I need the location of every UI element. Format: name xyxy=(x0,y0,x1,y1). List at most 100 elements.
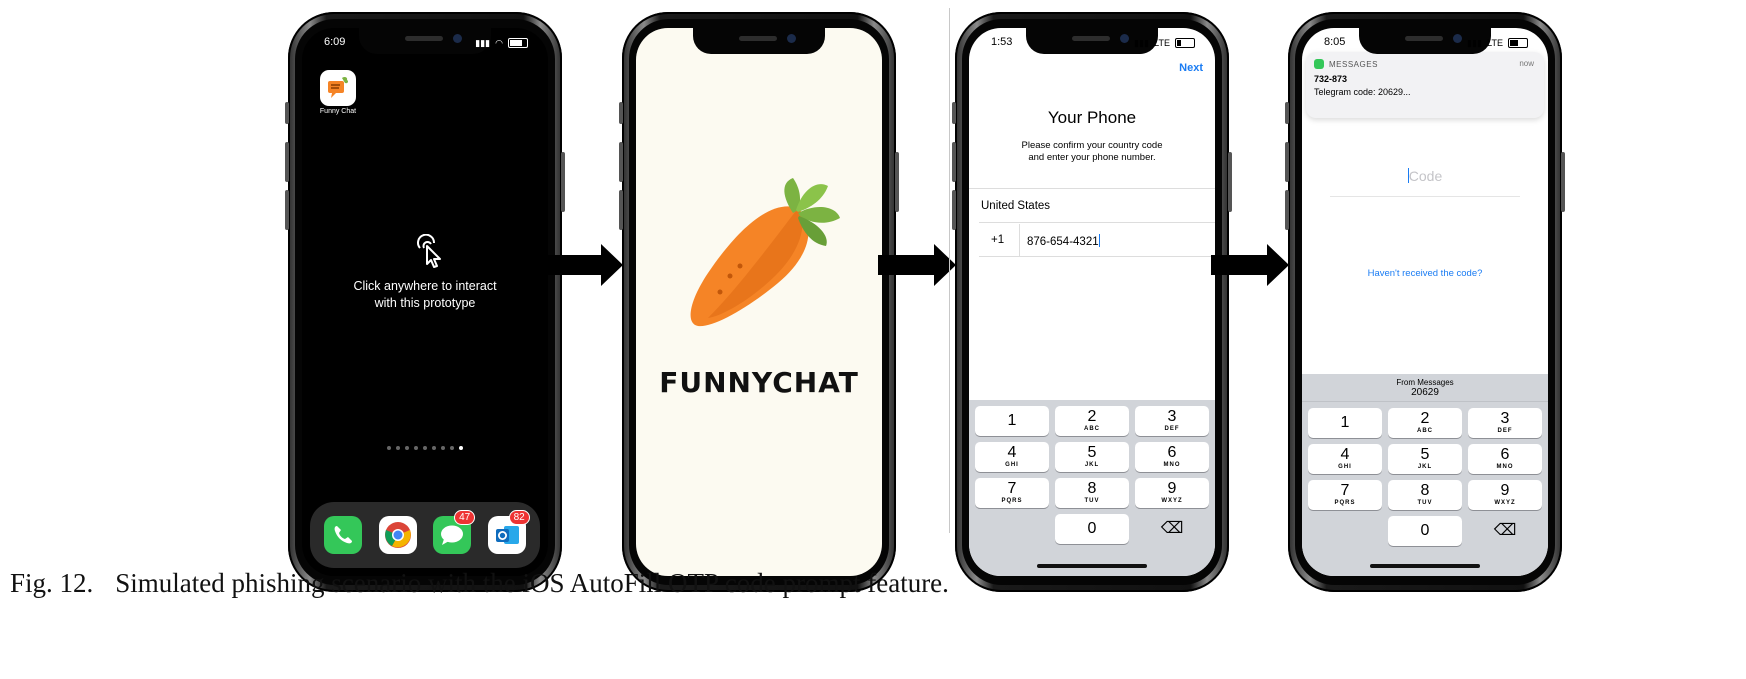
resend-code-link[interactable]: Haven't received the code? xyxy=(1302,268,1548,279)
notification-app: MESSAGES xyxy=(1329,59,1378,69)
key-digit: 0 xyxy=(1087,520,1097,537)
key-digit: 6 xyxy=(1167,444,1177,461)
keypad-key[interactable]: 3 DEF xyxy=(1468,408,1542,438)
notification-time: now xyxy=(1519,59,1534,68)
brand-wordmark: FUNNYCHAT xyxy=(659,366,859,399)
outlook-app-icon[interactable]: 82 xyxy=(487,510,530,554)
keypad-key[interactable]: 2 ABC xyxy=(1055,406,1129,436)
keypad-key[interactable]: 9 WXYZ xyxy=(1468,480,1542,510)
key-digit: 2 xyxy=(1420,410,1430,427)
message-notification[interactable]: MESSAGES now 732-873 Telegram code: 2062… xyxy=(1306,52,1544,118)
key-letters: DEF xyxy=(1164,426,1180,432)
subtitle-line-2: and enter your phone number. xyxy=(1028,152,1156,163)
key-letters: PQRS xyxy=(1334,500,1356,506)
keypad-key[interactable]: 9 WXYZ xyxy=(1135,478,1209,508)
key-digit: 6 xyxy=(1500,446,1510,463)
keypad-key[interactable]: 4 GHI xyxy=(975,442,1049,472)
key-letters: MNO xyxy=(1496,464,1514,470)
dock: 47 82 xyxy=(310,502,540,568)
suggestion-source: From Messages xyxy=(1396,378,1454,387)
key-digit: ⌫ xyxy=(1493,522,1517,539)
autofill-suggestion[interactable]: From Messages 20629 xyxy=(1302,374,1548,402)
carrot-logo xyxy=(690,178,840,327)
flow-arrow-2 xyxy=(878,244,956,286)
keypad-key[interactable]: 1 xyxy=(975,406,1049,436)
key-digit: 5 xyxy=(1087,444,1097,461)
status-time: 6:09 xyxy=(324,36,346,48)
funny-chat-app-icon[interactable] xyxy=(320,70,356,106)
messages-badge: 47 xyxy=(454,510,476,525)
keypad-key[interactable]: 8 TUV xyxy=(1388,480,1462,510)
app-label: Funny Chat xyxy=(319,108,357,115)
notification-sender: 732-873 xyxy=(1314,74,1348,84)
phone-number-field[interactable]: 876-654-4321 xyxy=(1027,234,1100,248)
phone-home-screen: 6:09 ▮▮▮ ◠ Funny Chat Click anywhere to i… xyxy=(285,12,565,592)
messages-icon xyxy=(1314,59,1324,69)
key-digit: 9 xyxy=(1167,480,1177,497)
key-letters: JKL xyxy=(1417,464,1433,470)
flow-arrow-3 xyxy=(1211,244,1289,286)
keypad-key[interactable]: 6 MNO xyxy=(1135,442,1209,472)
keypad-key[interactable]: 1 xyxy=(1308,408,1382,438)
phone-otp-code-screen: 8:05 ▮▮▮ LTE MESSAGES now 732-873 Telegra… xyxy=(1285,12,1565,592)
key-digit: 1 xyxy=(1340,414,1350,431)
country-selector[interactable]: United States xyxy=(981,200,1050,212)
keypad-blank xyxy=(1308,516,1382,546)
prompt-line-2: with this prototype xyxy=(374,296,476,310)
key-letters: MNO xyxy=(1163,462,1181,468)
key-letters: PQRS xyxy=(1001,498,1023,504)
key-letters: TUV xyxy=(1417,500,1433,506)
key-digit: 7 xyxy=(1007,480,1017,497)
chrome-app-icon[interactable] xyxy=(378,516,417,554)
key-digit: 5 xyxy=(1420,446,1430,463)
code-input[interactable]: Code xyxy=(1330,168,1520,197)
keypad-key[interactable]: 4 GHI xyxy=(1308,444,1382,474)
key-letters: WXYZ xyxy=(1161,498,1183,504)
keypad-key[interactable]: 0 xyxy=(1388,516,1462,546)
next-button[interactable]: Next xyxy=(1179,62,1203,74)
key-digit: 2 xyxy=(1087,408,1097,425)
key-letters: DEF xyxy=(1497,428,1513,434)
status-time: 8:05 xyxy=(1324,36,1346,48)
network-label: LTE xyxy=(1487,38,1503,48)
key-letters: GHI xyxy=(1338,464,1352,470)
country-code-field[interactable]: +1 xyxy=(991,234,1004,246)
key-letters: TUV xyxy=(1084,498,1100,504)
delete-key[interactable]: ⌫ xyxy=(1135,514,1209,544)
phone-number-entry-screen: 1:53 ▮▮▮ LTE Next Your Phone Please confi… xyxy=(952,12,1232,592)
separator-line xyxy=(949,8,950,533)
phone-number-value: 876-654-4321 xyxy=(1027,236,1099,248)
key-digit: 1 xyxy=(1007,412,1017,429)
caption-text: Simulated phishing scenario with the iOS… xyxy=(115,568,949,598)
status-time: 1:53 xyxy=(991,36,1013,48)
keypad-key[interactable]: 2 ABC xyxy=(1388,408,1462,438)
keypad-key[interactable]: 6 MNO xyxy=(1468,444,1542,474)
screen-title: Your Phone xyxy=(1047,108,1137,127)
phone-app-icon[interactable] xyxy=(324,516,363,554)
keypad-key[interactable]: 5 JKL xyxy=(1388,444,1462,474)
key-digit: 8 xyxy=(1087,480,1097,497)
messages-app-icon[interactable]: 47 xyxy=(433,510,476,554)
notification-body: Telegram code: 20629... xyxy=(1314,87,1411,97)
key-letters: ABC xyxy=(1417,428,1433,434)
delete-key[interactable]: ⌫ xyxy=(1468,516,1542,546)
key-digit: 9 xyxy=(1500,482,1510,499)
keypad-key[interactable]: 8 TUV xyxy=(1055,478,1129,508)
key-digit: 3 xyxy=(1167,408,1177,425)
keypad-key[interactable]: 3 DEF xyxy=(1135,406,1209,436)
subtitle-line-1: Please confirm your country code xyxy=(1021,140,1163,151)
key-digit: 7 xyxy=(1340,482,1350,499)
key-letters: ABC xyxy=(1084,426,1100,432)
numeric-keypad: 1 2 ABC 3 DEF 4 GHI 5 JKL 6 MNO 7 PQRS 8 TUV 9 WXYZ 0 ⌫ xyxy=(969,400,1215,576)
key-letters: JKL xyxy=(1084,462,1100,468)
keypad-key[interactable]: 5 JKL xyxy=(1055,442,1129,472)
page-dots xyxy=(302,446,548,450)
keypad-key[interactable]: 0 xyxy=(1055,514,1129,544)
outlook-badge: 82 xyxy=(508,510,530,525)
key-digit: 4 xyxy=(1340,446,1350,463)
key-digit: 3 xyxy=(1500,410,1510,427)
keypad-key[interactable]: 7 PQRS xyxy=(1308,480,1382,510)
caption-label: Fig. 12. xyxy=(10,568,94,598)
keypad-key[interactable]: 7 PQRS xyxy=(975,478,1049,508)
network-label: LTE xyxy=(1154,38,1170,48)
